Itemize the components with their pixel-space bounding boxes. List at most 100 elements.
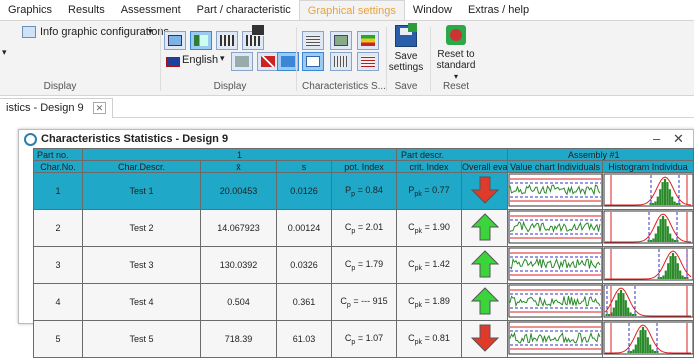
col-header-overall-eval[interactable]: Overall evalu bbox=[461, 160, 509, 173]
minimize-icon[interactable]: – bbox=[653, 131, 660, 146]
col-header-char-descr[interactable]: Char.Descr. bbox=[82, 160, 201, 173]
char-option-1-button[interactable] bbox=[302, 31, 324, 50]
col-header-crit-index[interactable]: crit. Index bbox=[396, 160, 463, 173]
crit-index-value: 0.77 bbox=[432, 184, 450, 195]
cell-overall-eval bbox=[461, 246, 509, 284]
cell-mean: 130.0392 bbox=[200, 246, 277, 284]
document-tab[interactable]: istics - Design 9 ✕ bbox=[0, 98, 114, 118]
display-mode-1-button[interactable] bbox=[164, 31, 186, 50]
menu-bar: Graphics Results Assessment Part / chara… bbox=[0, 0, 694, 21]
pot-index-sub: p bbox=[351, 264, 356, 272]
menu-window[interactable]: Window bbox=[405, 0, 460, 20]
col-header-histogram[interactable]: Histogram Individua bbox=[602, 160, 694, 173]
cell-s: 0.361 bbox=[276, 283, 332, 321]
cell-pot-index: Cp = 2.01 bbox=[330, 209, 398, 247]
cell-overall-eval bbox=[461, 283, 509, 321]
table-row[interactable]: 3 Test 3 130.0392 0.0326 Cp = 1.79 Cpk = 1.42 bbox=[33, 246, 694, 284]
char-option-4-button[interactable] bbox=[302, 52, 324, 71]
pot-index-sub: p bbox=[346, 301, 351, 309]
col-header-pot-index[interactable]: pot. Index bbox=[330, 160, 398, 173]
cell-value-chart bbox=[507, 283, 604, 321]
group-label-display-1: Display bbox=[43, 81, 77, 92]
char-option-5-button[interactable] bbox=[330, 52, 352, 71]
cell-char-descr: Test 4 bbox=[82, 283, 201, 321]
print-settings-button[interactable] bbox=[231, 52, 253, 71]
statistics-icon bbox=[24, 133, 37, 146]
menu-graphics[interactable]: Graphics bbox=[0, 0, 60, 20]
reset-label-1: Reset to bbox=[437, 49, 475, 60]
value-chart-sparkline bbox=[508, 247, 602, 281]
table-row[interactable]: 5 Test 5 718.39 61.03 Cp = 1.07 Cpk = 0.81 bbox=[33, 320, 694, 358]
arrow-up-icon bbox=[470, 287, 499, 315]
group-separator bbox=[160, 27, 161, 91]
table-row[interactable]: 4 Test 4 0.504 0.361 Cp = --- 915 Cpk = 1.89 bbox=[33, 283, 694, 321]
chevron-down-icon[interactable]: ▾ bbox=[148, 26, 153, 37]
pot-index-value: 1.79 bbox=[365, 258, 384, 269]
crit-index-value: 1.89 bbox=[432, 295, 450, 306]
cell-histogram bbox=[602, 283, 694, 321]
group-label-reset: Reset bbox=[442, 81, 470, 92]
col-header-char-no[interactable]: Char.No. bbox=[33, 160, 83, 173]
menu-graphical-settings[interactable]: Graphical settings bbox=[298, 0, 405, 21]
cell-overall-eval bbox=[461, 172, 509, 210]
reset-icon bbox=[446, 25, 466, 45]
display-mode-3-button[interactable] bbox=[216, 31, 238, 50]
reset-label-2: standard bbox=[436, 60, 476, 71]
pot-index-value: 0.84 bbox=[365, 184, 383, 195]
close-icon[interactable]: ✕ bbox=[92, 102, 107, 114]
menu-part-characteristic[interactable]: Part / characteristic bbox=[189, 0, 299, 20]
arrow-down-icon bbox=[470, 324, 499, 352]
menu-assessment[interactable]: Assessment bbox=[113, 0, 189, 20]
part-no-value: 1 bbox=[81, 148, 398, 161]
pot-index-value: 2.01 bbox=[365, 221, 384, 232]
chevron-down-icon[interactable]: ▾ bbox=[2, 47, 7, 58]
cell-char-no: 1 bbox=[33, 172, 83, 210]
cell-mean: 718.39 bbox=[200, 320, 277, 358]
cell-crit-index: Cpk = 1.90 bbox=[396, 209, 463, 247]
histogram-chart bbox=[603, 321, 693, 355]
cell-s: 61.03 bbox=[276, 320, 332, 358]
close-icon[interactable]: ✕ bbox=[673, 131, 684, 147]
crit-index-value: 0.81 bbox=[432, 332, 450, 343]
char-option-6-button[interactable] bbox=[357, 52, 379, 71]
pot-index-value: 1.07 bbox=[365, 332, 384, 343]
text-mode-button[interactable] bbox=[252, 25, 264, 36]
pot-index-sub: p bbox=[351, 190, 356, 198]
histogram-chart bbox=[603, 173, 693, 207]
cell-value-chart bbox=[507, 209, 604, 247]
display-mode-2-button[interactable] bbox=[190, 31, 212, 50]
menu-results[interactable]: Results bbox=[60, 0, 113, 20]
language-select[interactable]: English bbox=[182, 54, 218, 66]
value-chart-sparkline bbox=[508, 321, 602, 355]
pot-index-sub: p bbox=[351, 338, 356, 346]
group-label-characteristics: Characteristics S... bbox=[302, 81, 386, 92]
chevron-down-icon[interactable]: ▾ bbox=[220, 53, 225, 64]
delete-display-button[interactable] bbox=[257, 52, 279, 71]
save-settings-button[interactable]: Save settings bbox=[386, 23, 426, 73]
reset-to-standard-button[interactable]: Reset to standard ▾ bbox=[434, 25, 478, 82]
char-option-2-button[interactable] bbox=[330, 31, 352, 50]
cell-mean: 20.00453 bbox=[200, 172, 277, 210]
arrow-down-icon bbox=[470, 176, 499, 204]
cell-pot-index: Pp = 0.84 bbox=[330, 172, 398, 210]
info-graphic-icon bbox=[22, 26, 36, 38]
col-header-value-chart[interactable]: Value chart Individuals bbox=[507, 160, 604, 173]
table-row[interactable]: 2 Test 2 14.067923 0.00124 Cp = 2.01 Cpk = 1.… bbox=[33, 209, 694, 247]
pot-index-value: --- 915 bbox=[361, 295, 388, 306]
save-settings-label-2: settings bbox=[388, 62, 424, 73]
cell-char-no: 3 bbox=[33, 246, 83, 284]
crit-index-sub: pk bbox=[414, 190, 422, 198]
char-option-3-button[interactable] bbox=[357, 31, 379, 50]
cell-char-descr: Test 3 bbox=[82, 246, 201, 284]
crit-index-sub: pk bbox=[414, 301, 423, 309]
table-row[interactable]: 1 Test 1 20.00453 0.0126 Pp = 0.84 Ppk = 0.77 bbox=[33, 172, 694, 210]
menu-extras-help[interactable]: Extras / help bbox=[460, 0, 537, 20]
part-descr-value: Assembly #1 bbox=[507, 148, 694, 161]
col-header-s[interactable]: s bbox=[276, 160, 332, 173]
col-header-mean[interactable]: x̄ bbox=[200, 160, 277, 173]
group-label-save: Save bbox=[394, 81, 418, 92]
cell-crit-index: Ppk = 0.77 bbox=[396, 172, 463, 210]
histogram-chart bbox=[603, 210, 693, 244]
crit-index-value: 1.42 bbox=[432, 258, 450, 269]
crit-index-sub: pk bbox=[414, 264, 423, 272]
